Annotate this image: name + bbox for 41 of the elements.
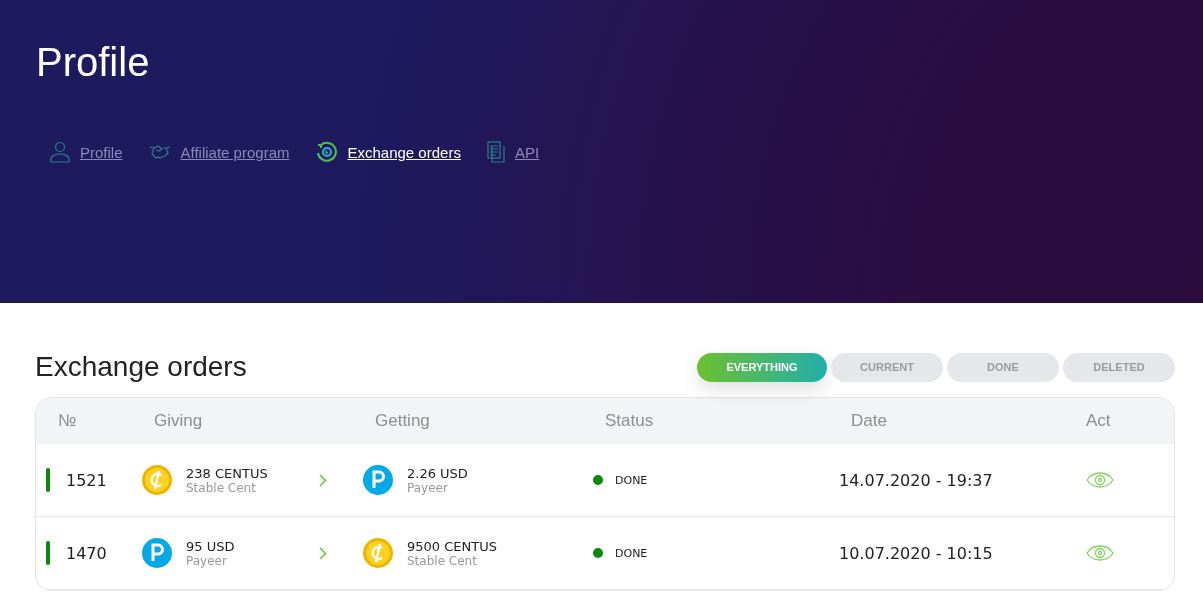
status-label: DONE: [615, 546, 648, 560]
eye-icon: [1086, 545, 1114, 561]
nav-link[interactable]: API: [486, 141, 540, 163]
currency-name: Payeer: [186, 553, 228, 568]
nav-link[interactable]: Exchange orders: [315, 141, 461, 163]
handshake-icon: [148, 145, 171, 159]
page-title: Profile: [36, 40, 151, 85]
column-header: Status: [605, 411, 655, 431]
column-header: №: [58, 411, 78, 431]
currency-amount: 9500 CENTUS: [407, 538, 497, 554]
section-title: Exchange orders: [35, 351, 247, 383]
cent-coin-icon: [142, 465, 172, 495]
currency-name: Stable Cent: [186, 480, 257, 495]
filter-tab[interactable]: EVERYTHING: [697, 352, 827, 382]
currency-name: Stable Cent: [407, 553, 478, 568]
nav-link[interactable]: Affiliate program: [148, 141, 290, 163]
exchange-icon: [315, 141, 338, 163]
view-button[interactable]: [1086, 472, 1114, 488]
column-header: Act: [1086, 411, 1112, 431]
column-header: Date: [851, 411, 888, 431]
payeer-coin-icon: [363, 465, 393, 495]
currency-amount: 2.26 USD: [407, 465, 468, 481]
status-label: DONE: [615, 473, 648, 487]
currency-amount: 95 USD: [186, 538, 235, 554]
chevron-right-icon: [319, 546, 327, 560]
currency-amount: 238 CENTUS: [186, 465, 268, 481]
order-date: 10.07.2020 - 10:15: [839, 543, 994, 563]
cent-coin-icon: [363, 538, 393, 568]
column-header: Giving: [154, 411, 204, 431]
nav-link[interactable]: Profile: [50, 141, 123, 163]
user-icon: [50, 141, 70, 163]
order-date: 14.07.2020 - 19:37: [839, 470, 994, 490]
payeer-coin-icon: [142, 538, 172, 568]
column-header: Getting: [375, 411, 431, 431]
order-number: 1470: [66, 543, 107, 563]
currency-name: Payeer: [407, 480, 449, 495]
chevron-right-icon: [319, 473, 327, 487]
order-number: 1521: [66, 470, 107, 490]
view-button[interactable]: [1086, 545, 1114, 561]
eye-icon: [1086, 472, 1114, 488]
document-icon: [486, 141, 505, 163]
